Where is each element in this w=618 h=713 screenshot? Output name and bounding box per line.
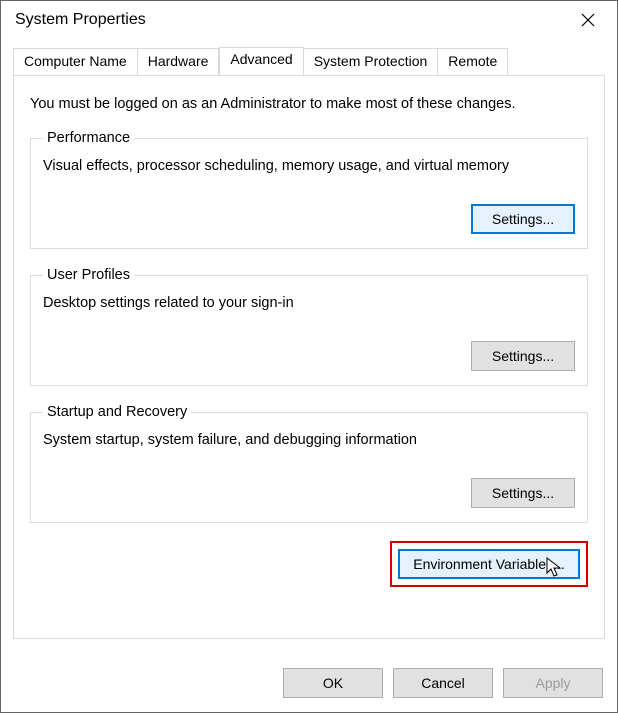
system-properties-window: System Properties Computer Name Hardware…: [0, 0, 618, 713]
tab-advanced[interactable]: Advanced: [219, 47, 303, 75]
startup-recovery-legend: Startup and Recovery: [43, 404, 191, 420]
performance-group: Performance Visual effects, processor sc…: [30, 130, 588, 249]
ok-button[interactable]: OK: [283, 668, 383, 698]
performance-legend: Performance: [43, 130, 134, 146]
environment-variables-button[interactable]: Environment Variables...: [398, 549, 580, 579]
tab-panel-advanced: You must be logged on as an Administrato…: [13, 75, 605, 639]
titlebar: System Properties: [1, 1, 617, 39]
env-highlight-box: Environment Variables...: [390, 541, 588, 587]
startup-recovery-settings-button[interactable]: Settings...: [471, 478, 575, 508]
cancel-button[interactable]: Cancel: [393, 668, 493, 698]
admin-info-text: You must be logged on as an Administrato…: [30, 96, 588, 112]
performance-settings-button[interactable]: Settings...: [471, 204, 575, 234]
tab-hardware[interactable]: Hardware: [138, 48, 220, 76]
tab-remote[interactable]: Remote: [438, 48, 508, 76]
tab-computer-name[interactable]: Computer Name: [13, 48, 138, 76]
user-profiles-legend: User Profiles: [43, 267, 134, 283]
startup-recovery-group: Startup and Recovery System startup, sys…: [30, 404, 588, 523]
window-title: System Properties: [15, 11, 146, 29]
tab-system-protection[interactable]: System Protection: [304, 48, 439, 76]
dialog-button-bar: OK Cancel Apply: [283, 668, 603, 698]
user-profiles-desc: Desktop settings related to your sign-in: [43, 295, 575, 311]
close-icon: [581, 13, 595, 27]
apply-button[interactable]: Apply: [503, 668, 603, 698]
startup-recovery-desc: System startup, system failure, and debu…: [43, 432, 575, 448]
close-button[interactable]: [559, 1, 617, 39]
user-profiles-group: User Profiles Desktop settings related t…: [30, 267, 588, 386]
user-profiles-settings-button[interactable]: Settings...: [471, 341, 575, 371]
tabstrip: Computer Name Hardware Advanced System P…: [13, 47, 605, 75]
performance-desc: Visual effects, processor scheduling, me…: [43, 158, 575, 174]
env-row: Environment Variables...: [30, 541, 588, 587]
